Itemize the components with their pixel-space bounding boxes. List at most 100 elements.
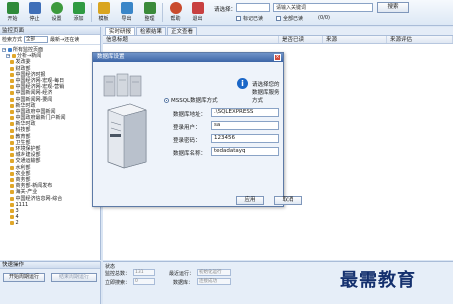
apply-button[interactable]: 应用: [236, 196, 264, 205]
dialog-info-text: 请选择您的数据库服务方式: [252, 82, 280, 104]
col-title[interactable]: 信息标题: [103, 36, 279, 43]
page-icon: [10, 196, 14, 201]
checkbox-box: [276, 16, 281, 21]
page-icon: [10, 97, 14, 102]
db-address-input[interactable]: .\SQLEXPRESS: [211, 108, 279, 117]
db-address-label: 数据库地址：: [173, 112, 207, 118]
export-button[interactable]: 导出: [116, 1, 137, 24]
page-icon: [10, 202, 14, 207]
server-icon: [103, 73, 147, 169]
exit-icon: [191, 2, 204, 14]
grid-header: 信息标题 是否已读 来源 来源评估: [103, 36, 453, 44]
tree-item[interactable]: 2: [2, 220, 100, 226]
page-icon: [10, 85, 14, 90]
page-icon: [10, 72, 14, 77]
page-icon: [10, 91, 14, 96]
organize-button[interactable]: 整理: [139, 1, 160, 24]
page-icon: [10, 134, 14, 139]
add-icon: [72, 2, 85, 14]
toolbar-separator: [91, 3, 92, 22]
watermark-logo: 最需教育: [340, 270, 416, 291]
page-icon: [10, 116, 14, 121]
monitor-tree: − 所有监控页面 − 分析→新闻 发改委 财政部 中国经济时报 中国经济网-宏观-每日 中国经济…: [0, 45, 100, 226]
left-filter-bar: 检索方式 全部 最新→还在读: [0, 35, 100, 45]
close-icon[interactable]: ×: [274, 54, 281, 61]
filter-label: 检索方式: [2, 37, 23, 43]
total-value: 131: [133, 269, 155, 276]
search-scope-select[interactable]: [236, 3, 270, 12]
login-password-label: 登录密码：: [173, 138, 201, 144]
exit-label: 退出: [192, 16, 203, 22]
page-icon: [10, 140, 14, 145]
filter-recent-link[interactable]: 最新→还在读: [50, 36, 79, 43]
read-count: (0/0): [318, 15, 330, 21]
tree-item-label: 2: [15, 220, 19, 227]
help-button[interactable]: 帮助: [165, 1, 186, 24]
quick-actions-panel: 快速操作 开始周期运行 结束周期运行: [0, 261, 101, 304]
expand-toggle-icon[interactable]: −: [6, 54, 10, 59]
dialog-body: i 请选择您的数据库服务方式 MSSQL数据库方式 数据库地址： .\SQLEX…: [93, 62, 283, 208]
page-icon: [10, 165, 14, 170]
page-icon: [10, 184, 14, 189]
page-icon: [10, 178, 14, 183]
add-button[interactable]: 添加: [68, 1, 89, 24]
tab-search-results[interactable]: 检索结果: [136, 27, 167, 35]
db-name-input[interactable]: tedadatayq: [211, 147, 279, 156]
mark-read-label: 标记已读: [243, 16, 264, 22]
expand-toggle-icon[interactable]: −: [2, 48, 6, 53]
col-source[interactable]: 来源: [323, 36, 387, 43]
login-user-input[interactable]: sa: [211, 121, 279, 130]
start-label: 开始: [7, 16, 18, 22]
settings-label: 设置: [51, 16, 62, 22]
toolbar-separator: [162, 3, 163, 22]
panel-title: 监控页面: [0, 27, 100, 35]
cancel-button[interactable]: 取消: [274, 196, 302, 205]
page-icon: [10, 79, 14, 84]
page-icon: [10, 147, 14, 152]
mssql-radio-label: MSSQL数据库方式: [171, 98, 218, 104]
settings-button[interactable]: 设置: [46, 1, 67, 24]
database-label: 数据库：: [173, 280, 194, 286]
col-source-rating[interactable]: 来源评估: [387, 36, 453, 43]
status-title: 状态: [105, 264, 116, 270]
start-cycle-button[interactable]: 开始周期运行: [3, 273, 45, 282]
stop-button[interactable]: 停止: [24, 1, 45, 24]
tab-realtime[interactable]: 实时研报: [105, 27, 136, 35]
exit-button[interactable]: 退出: [187, 1, 208, 24]
page-icon: [10, 215, 14, 220]
recent-value: 初始化运行: [197, 269, 231, 276]
start-button[interactable]: 开始: [2, 1, 23, 24]
all-read-label: 全部已读: [283, 16, 304, 22]
page-icon: [10, 103, 14, 108]
add-label: 添加: [73, 16, 84, 22]
indexed-label: 立即搜索：: [105, 280, 131, 286]
play-icon: [6, 2, 19, 14]
page-icon: [10, 190, 14, 195]
page-icon: [10, 221, 14, 226]
search-button[interactable]: 搜索: [377, 2, 409, 13]
all-read-checkbox[interactable]: 全部已读: [276, 15, 303, 22]
page-icon: [10, 208, 14, 213]
main-toolbar: 开始 停止 设置 添加 模板 导出 整理 帮助 退出 请选择： 请输入关键词 搜…: [0, 0, 453, 26]
page-icon: [10, 122, 14, 127]
checkbox-box: [236, 16, 241, 21]
col-read[interactable]: 是否已读: [279, 36, 323, 43]
template-button[interactable]: 模板: [93, 1, 114, 24]
gear-icon: [50, 2, 63, 14]
info-icon: i: [237, 78, 248, 89]
organize-label: 整理: [144, 16, 155, 22]
page-icon: [10, 128, 14, 133]
page-icon: [10, 171, 14, 176]
organize-icon: [143, 2, 156, 14]
login-password-input[interactable]: 123456: [211, 134, 279, 143]
search-label: 请选择：: [214, 7, 237, 13]
stop-cycle-button[interactable]: 结束周期运行: [51, 273, 97, 282]
tab-content-view[interactable]: 正文查看: [167, 27, 198, 35]
filter-select[interactable]: 全部: [24, 36, 49, 43]
keyword-input[interactable]: 请输入关键词: [273, 3, 373, 12]
page-icon: [10, 66, 14, 71]
mark-read-checkbox[interactable]: 标记已读: [236, 15, 263, 22]
chart-icon: [97, 2, 110, 14]
template-label: 模板: [98, 16, 109, 22]
mssql-radio[interactable]: MSSQL数据库方式: [164, 96, 218, 104]
